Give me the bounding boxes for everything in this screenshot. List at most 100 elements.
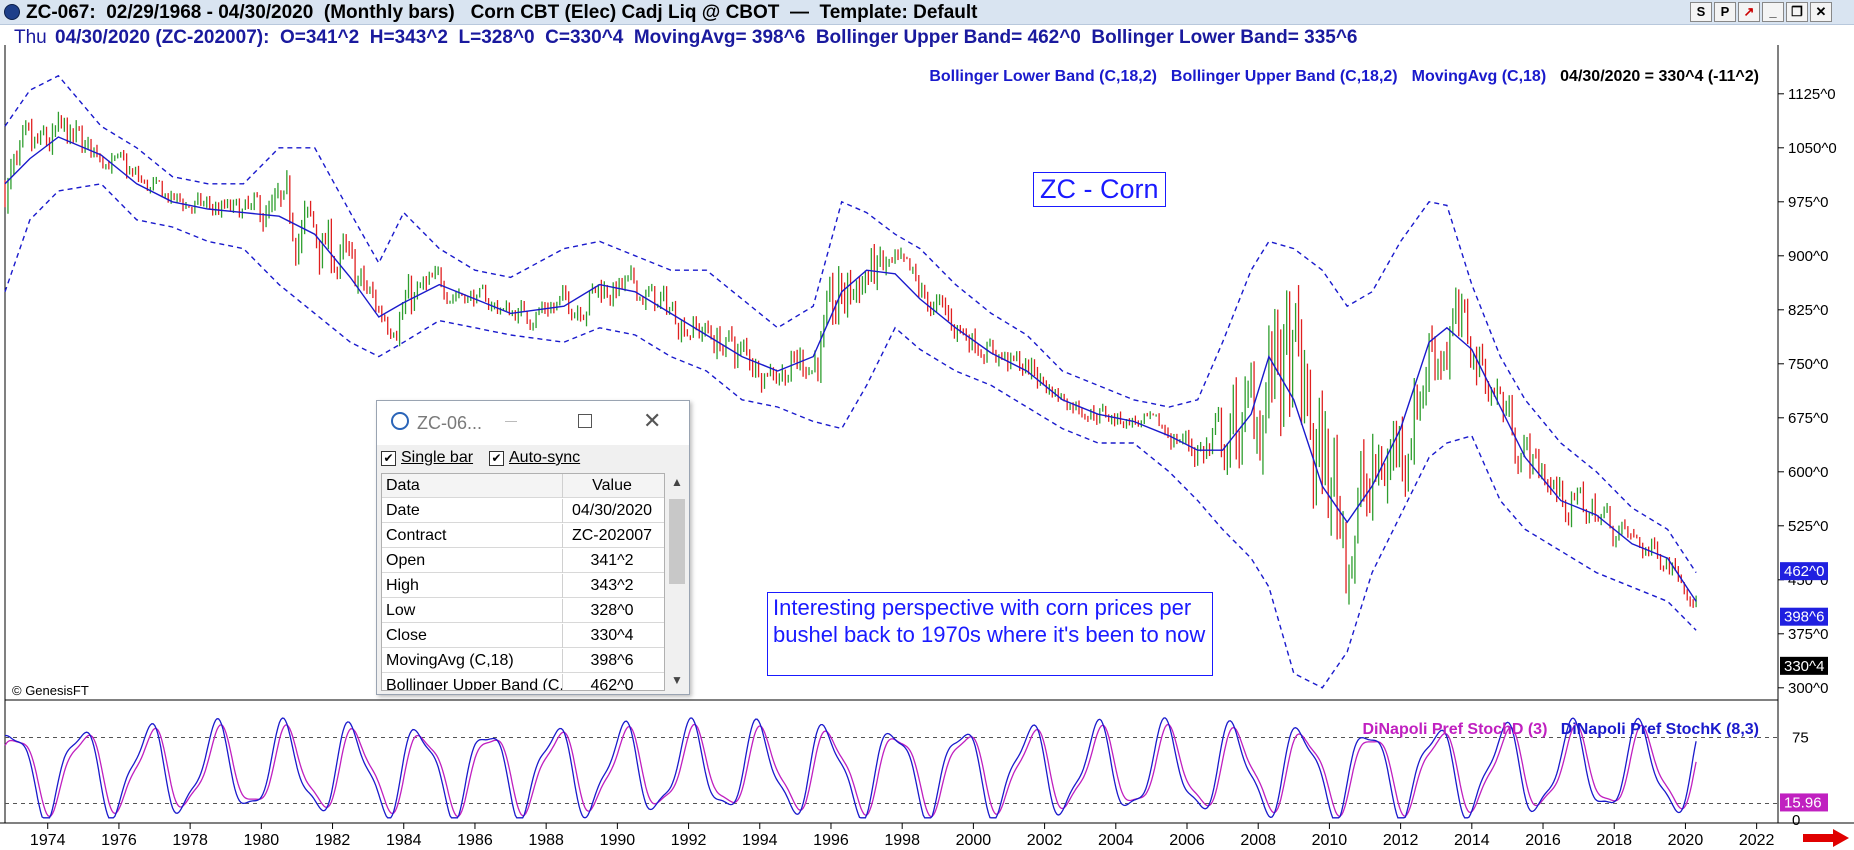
data-window-options: ✔ Single bar ✔ Auto-sync [377,445,689,473]
data-window[interactable]: ZC-06... ✕ ✔ Single bar ✔ Auto-sync Data… [376,400,690,695]
row-value: 398^6 [590,652,634,669]
x-tick-label: 1982 [315,832,351,849]
table-row: Bollinger Upper Band (C, 462^0 [382,674,664,691]
price-tag-label: 330^4 [1784,658,1824,675]
row-value: 330^4 [590,627,634,644]
scroll-down-icon[interactable]: ▼ [670,673,684,687]
close-button[interactable]: ✕ [1810,2,1832,22]
x-tick-label: 1984 [386,832,422,849]
x-tick-label: 1978 [172,832,208,849]
copyright: © GenesisFT [12,683,89,698]
data-window-titlebar[interactable]: ZC-06... ✕ [377,401,689,445]
minimize-button[interactable]: _ [1762,2,1784,22]
row-label: Low [386,602,416,619]
x-tick-label: 2014 [1454,832,1490,849]
row-label: Date [386,502,420,519]
x-tick-label: 2002 [1027,832,1063,849]
row-label: Bollinger Upper Band (C, [386,677,562,691]
s-button[interactable]: S [1690,2,1712,22]
link-icon[interactable]: ↗ [1738,2,1760,22]
table-row: Low 328^0 [382,599,664,623]
x-tick-label: 1996 [813,832,849,849]
x-tick-label: 2010 [1312,832,1348,849]
row-label: High [386,577,419,594]
table-row: Close 330^4 [382,624,664,648]
auto-sync-label: Auto-sync [509,449,581,466]
auto-sync-checkbox[interactable]: ✔ [489,451,504,466]
x-tick-label: 2022 [1739,832,1775,849]
data-window-title: ZC-06... [417,413,483,433]
x-tick-label: 1976 [101,832,137,849]
scroll-up-icon[interactable]: ▲ [670,475,684,489]
price-tag-label: 398^6 [1784,609,1824,626]
x-tick-label: 1998 [884,832,920,849]
upper-band-line [4,74,1697,573]
data-window-table: Data Value Date 04/30/2020 Contract ZC-2020… [381,473,665,691]
table-row: Date 04/30/2020 [382,499,664,523]
row-value: 04/30/2020 [571,502,653,519]
y-tick-label: 900^0 [1788,248,1828,265]
single-bar-label: Single bar [401,449,474,466]
x-tick-label: 1992 [671,832,707,849]
x-tick-label: 2008 [1240,832,1276,849]
magnifier-icon [391,412,409,430]
note-box: Interesting perspective with corn prices… [767,592,1213,676]
data-window-close-icon[interactable]: ✕ [643,408,661,434]
x-tick-label: 2012 [1383,832,1419,849]
x-tick-label: 1974 [30,832,66,849]
x-tick-label: 2000 [956,832,992,849]
osc-tick-label: 0 [1792,812,1800,829]
header-value: Value [592,477,632,494]
y-tick-label: 375^0 [1788,626,1828,643]
window-title: ZC-067: 02/29/1968 - 04/30/2020 (Monthly… [26,2,978,23]
x-tick-label: 2018 [1596,832,1632,849]
table-row: MovingAvg (C,18) 398^6 [382,649,664,673]
row-value: 328^0 [590,602,634,619]
row-value: 343^2 [590,577,634,594]
header-data: Data [386,477,420,494]
y-tick-label: 300^0 [1788,680,1828,697]
x-tick-label: 1990 [600,832,636,849]
scroll-right-arrow-icon[interactable] [1803,829,1849,847]
moving-avg-line [4,136,1697,602]
row-value: 341^2 [590,552,634,569]
y-tick-label: 1125^0 [1788,86,1836,103]
y-tick-label: 1050^0 [1788,140,1837,157]
x-tick-label: 1980 [244,832,280,849]
x-tick-label: 2016 [1525,832,1561,849]
legend-stochd: DiNapoli Pref StochD (3) [1362,721,1548,738]
oscillator-legend: DiNapoli Pref StochD (3) DiNapoli Pref S… [1354,703,1760,739]
y-tick-label: 675^0 [1788,410,1828,427]
title-bar: ZC-067: 02/29/1968 - 04/30/2020 (Monthly… [0,0,1854,25]
osc-tick-label: 75 [1792,730,1809,747]
data-window-scrollbar[interactable]: ▲ ▼ [667,473,687,691]
x-tick-label: 1994 [742,832,778,849]
data-window-minimize-icon[interactable] [505,421,517,422]
restore-button[interactable]: ❐ [1786,2,1808,22]
scroll-thumb[interactable] [669,499,685,584]
osc-tag-label: 15.96 [1784,794,1822,811]
y-tick-label: 975^0 [1788,194,1828,211]
table-header: Data Value [382,474,664,498]
single-bar-checkbox[interactable]: ✔ [381,451,396,466]
p-button[interactable]: P [1714,2,1736,22]
price-tag-label: 462^0 [1784,563,1824,580]
legend-stochk: DiNapoli Pref StochK (8,3) [1560,721,1759,738]
row-value: 462^0 [590,677,634,691]
x-tick-label: 2004 [1098,832,1134,849]
row-value: ZC-202007 [571,527,653,544]
row-label: MovingAvg (C,18) [386,652,514,669]
app-icon [4,4,20,20]
data-window-maximize-icon[interactable] [578,414,592,428]
x-tick-label: 2006 [1169,832,1205,849]
price-bars [4,111,1697,608]
table-row: Open 341^2 [382,549,664,573]
row-label: Close [386,627,427,644]
y-tick-label: 825^0 [1788,302,1828,319]
x-tick-label: 1986 [457,832,493,849]
corn-label: ZC - Corn [1033,172,1166,207]
row-label: Contract [386,527,447,544]
y-tick-label: 750^0 [1788,356,1828,373]
row-label: Open [386,552,426,569]
table-row: Contract ZC-202007 [382,524,664,548]
